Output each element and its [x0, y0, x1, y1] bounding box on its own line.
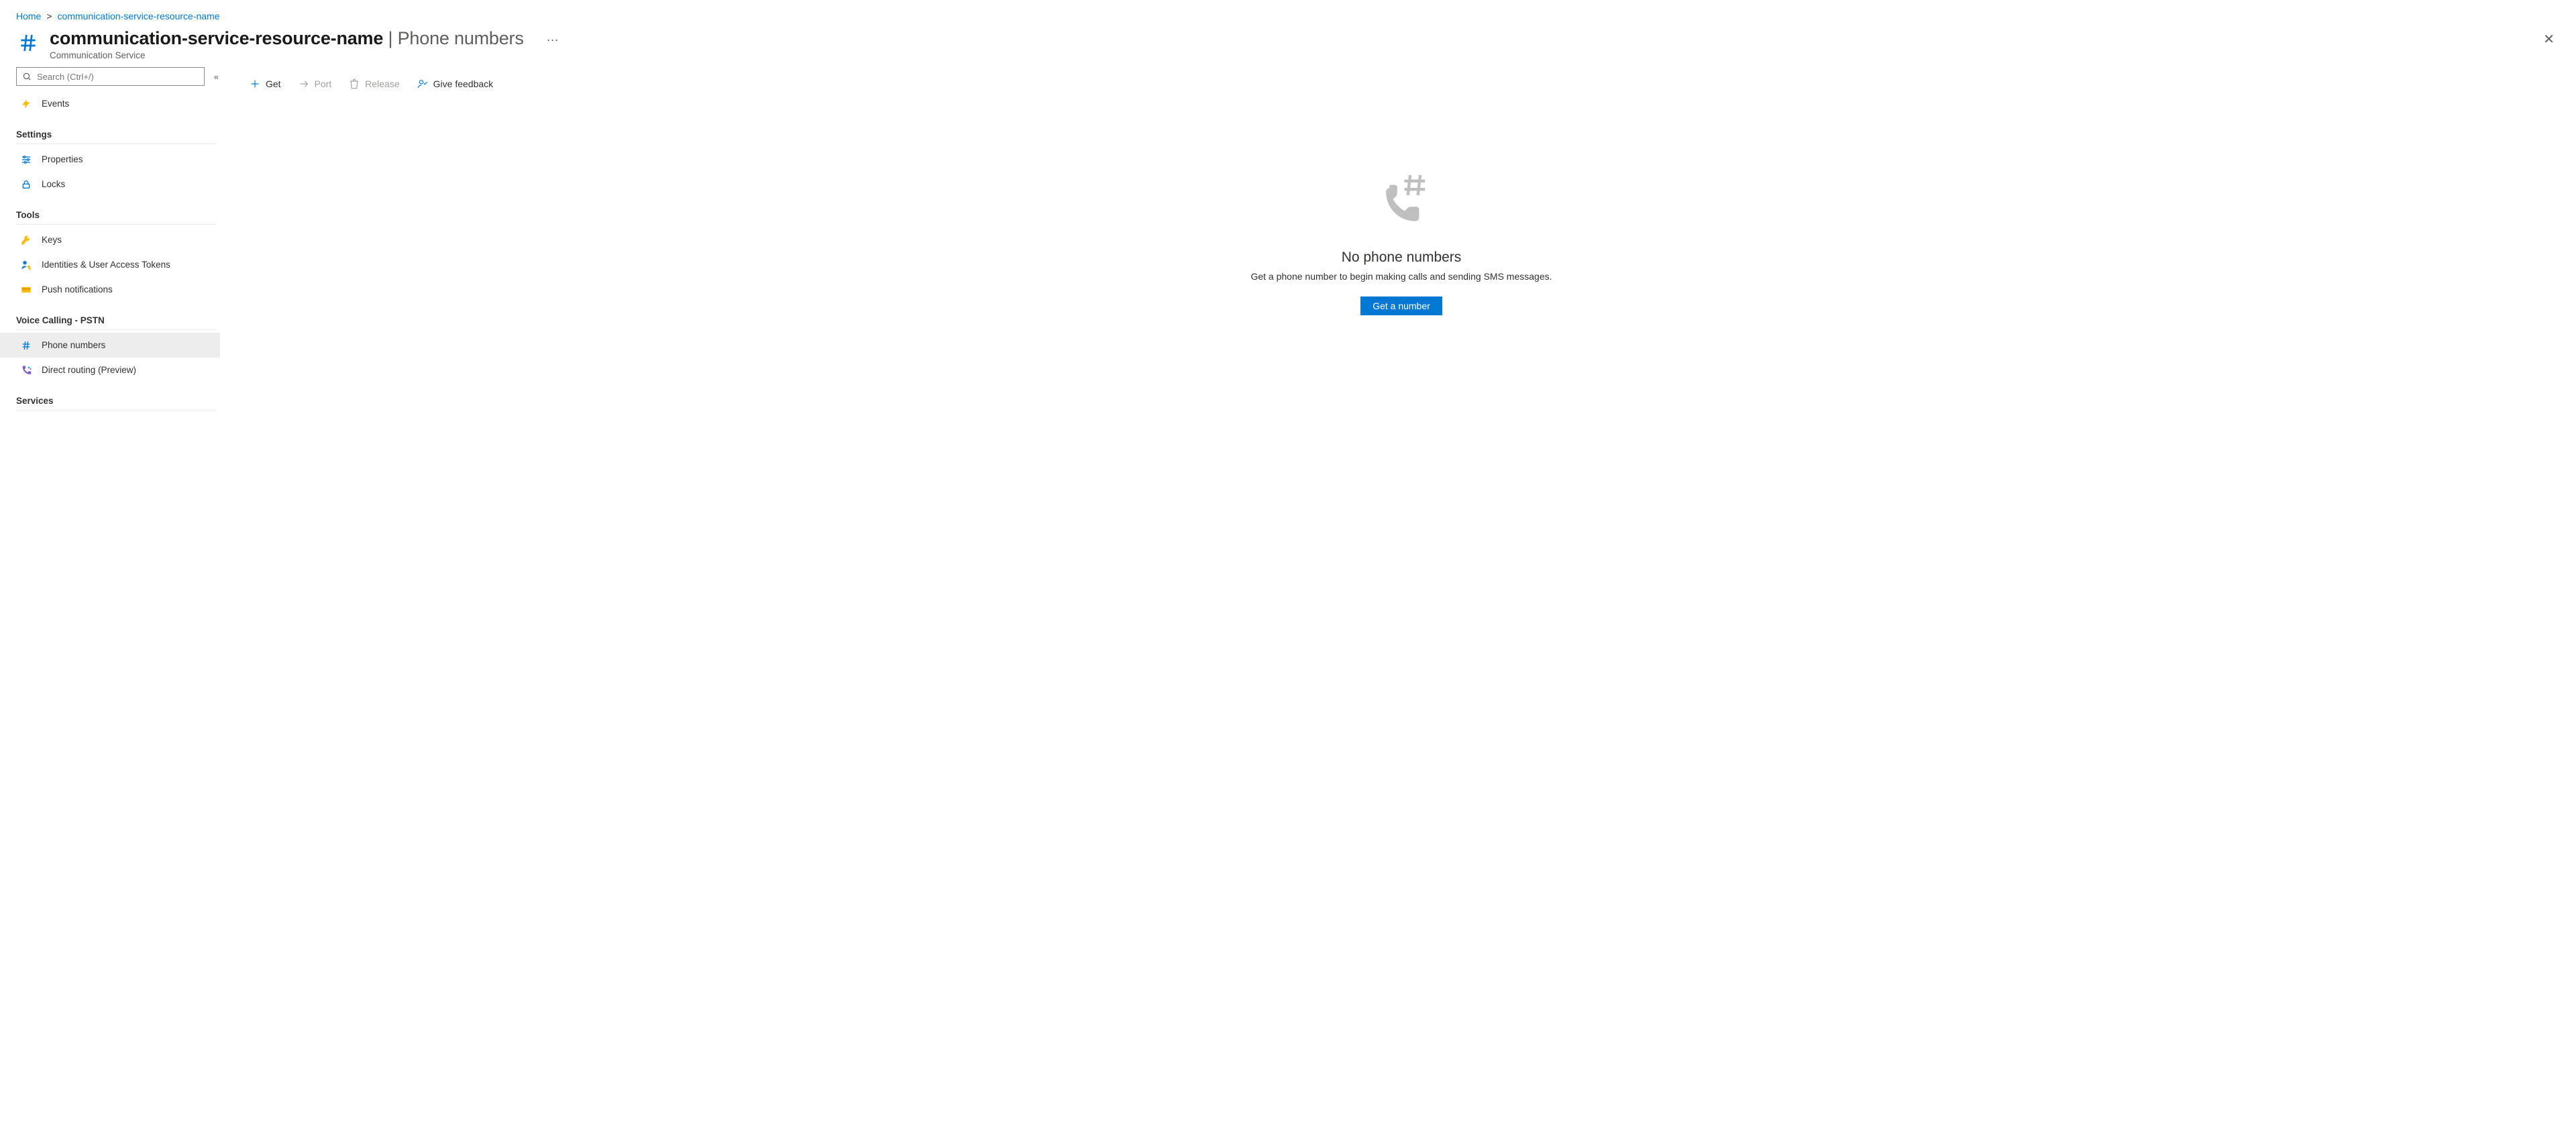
sidebar-item-keys[interactable]: Keys — [16, 227, 219, 252]
plus-icon — [250, 78, 260, 89]
lock-icon — [20, 179, 32, 190]
sidebar-item-properties[interactable]: Properties — [16, 147, 219, 172]
sidebar-group-services: Services — [16, 382, 216, 411]
nav-label: Properties — [42, 154, 83, 164]
empty-description: Get a phone number to begin making calls… — [1250, 271, 1552, 282]
port-button: Port — [292, 76, 339, 92]
empty-state: No phone numbers Get a phone number to b… — [243, 170, 2560, 315]
empty-title: No phone numbers — [1342, 250, 1462, 266]
btn-label: Get — [266, 78, 281, 89]
breadcrumb-separator: > — [46, 11, 52, 21]
nav-label: Direct routing (Preview) — [42, 365, 136, 375]
search-input[interactable] — [37, 72, 199, 82]
close-blade-button[interactable]: ✕ — [2543, 31, 2555, 48]
sidebar-item-phone-numbers[interactable]: Phone numbers — [0, 333, 220, 358]
phone-route-icon — [20, 365, 32, 376]
title-section: Phone numbers — [398, 28, 524, 48]
page-header: communication-service-resource-name | Ph… — [0, 28, 2576, 67]
collapse-sidebar-button[interactable]: « — [214, 72, 219, 82]
nav-label: Identities & User Access Tokens — [42, 260, 170, 270]
sidebar-item-locks[interactable]: Locks — [16, 172, 219, 197]
sidebar-item-identities[interactable]: Identities & User Access Tokens — [16, 252, 219, 277]
phone-hash-icon — [1372, 170, 1431, 229]
sidebar: « Events Settings Properties Locks Tools — [16, 67, 219, 413]
breadcrumb-resource[interactable]: communication-service-resource-name — [58, 11, 220, 21]
title-resource-name: communication-service-resource-name — [50, 28, 383, 48]
more-actions-button[interactable]: ⋯ — [547, 34, 559, 48]
sidebar-group-tools: Tools — [16, 197, 216, 225]
sidebar-group-voice: Voice Calling - PSTN — [16, 302, 216, 330]
page-title: communication-service-resource-name | Ph… — [50, 28, 524, 49]
content-pane: Get Port Release Give feedback — [219, 67, 2576, 413]
command-bar: Get Port Release Give feedback — [243, 67, 2560, 97]
search-icon — [22, 72, 32, 81]
nav-label: Events — [42, 99, 69, 109]
trash-icon — [349, 78, 360, 89]
arrow-right-icon — [299, 78, 309, 89]
breadcrumb-home[interactable]: Home — [16, 11, 41, 21]
hash-icon — [20, 340, 32, 351]
sidebar-item-direct-routing[interactable]: Direct routing (Preview) — [16, 358, 219, 382]
btn-label: Give feedback — [433, 78, 494, 89]
breadcrumb: Home > communication-service-resource-na… — [0, 0, 2576, 28]
resource-type-subtitle: Communication Service — [50, 50, 524, 60]
sidebar-group-settings: Settings — [16, 116, 216, 144]
get-a-number-button[interactable]: Get a number — [1360, 297, 1442, 315]
nav-label: Phone numbers — [42, 340, 105, 350]
hash-icon — [16, 31, 40, 55]
nav-label: Push notifications — [42, 284, 113, 294]
get-button[interactable]: Get — [243, 76, 288, 92]
sidebar-item-events[interactable]: Events — [16, 91, 219, 116]
sliders-icon — [20, 154, 32, 165]
lightning-icon — [20, 99, 32, 109]
sidebar-search[interactable] — [16, 67, 205, 86]
nav-label: Keys — [42, 235, 62, 245]
release-button: Release — [342, 76, 406, 92]
sidebar-item-push-notifications[interactable]: Push notifications — [16, 277, 219, 302]
btn-label: Port — [315, 78, 332, 89]
person-key-icon — [20, 260, 32, 270]
give-feedback-button[interactable]: Give feedback — [411, 76, 500, 92]
feedback-icon — [417, 78, 428, 89]
card-icon — [20, 284, 32, 295]
key-icon — [20, 235, 32, 246]
btn-label: Release — [365, 78, 399, 89]
nav-label: Locks — [42, 179, 65, 189]
